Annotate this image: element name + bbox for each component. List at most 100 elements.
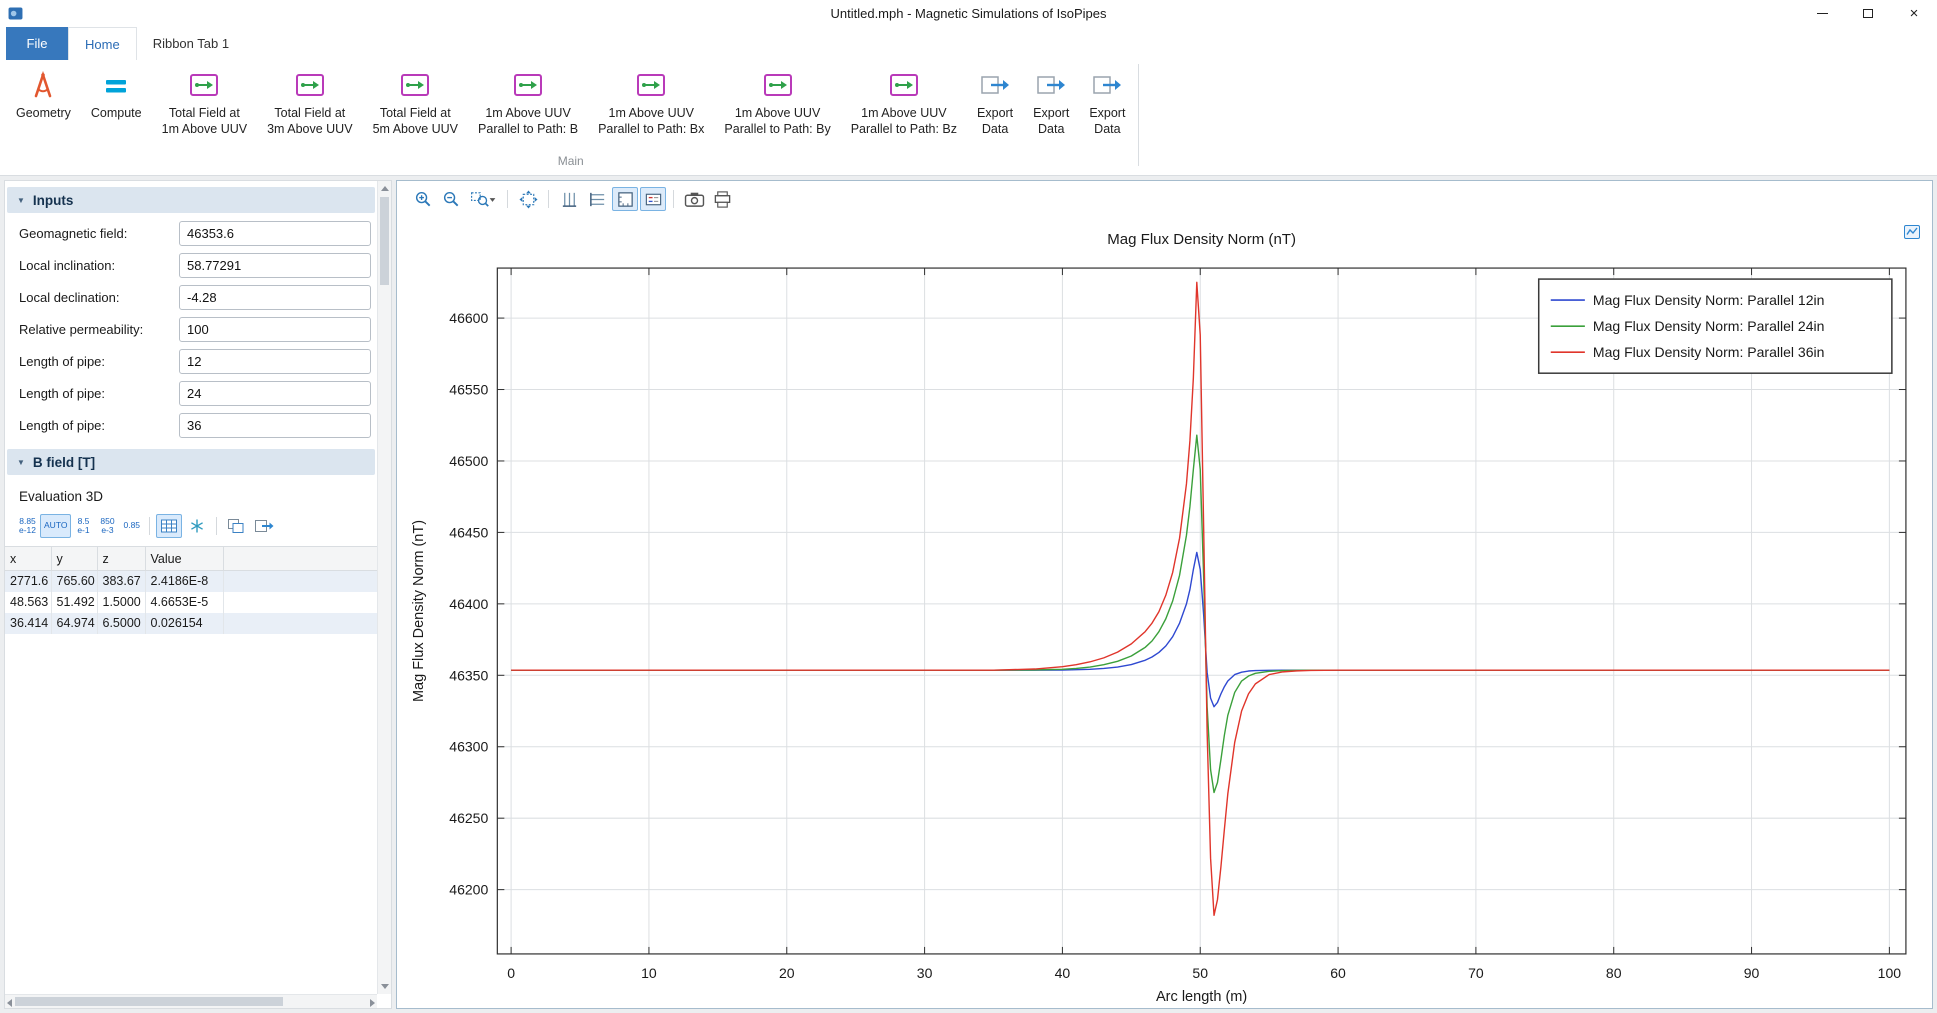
column-header-z[interactable]: z: [97, 547, 145, 571]
field-row: Length of pipe:: [5, 377, 377, 409]
column-header-y[interactable]: y: [51, 547, 97, 571]
field-label: Local declination:: [19, 290, 179, 305]
scroll-left-icon[interactable]: [7, 999, 12, 1007]
ribbon-button-parallel-path-by[interactable]: 1m Above UUVParallel to Path: By: [715, 64, 839, 141]
graphics-toolbar: [397, 181, 1932, 217]
scroll-up-icon[interactable]: [381, 186, 389, 191]
format-scientific-button[interactable]: 8.85e-12: [15, 514, 40, 538]
plot-icon: [513, 69, 543, 101]
scrollbar-thumb[interactable]: [15, 997, 283, 1006]
pipe-length-12-input[interactable]: [179, 349, 371, 374]
field-label: Length of pipe:: [19, 386, 179, 401]
copy-table-icon[interactable]: [223, 514, 249, 538]
axes-toggle-icon[interactable]: [612, 187, 638, 211]
evaluation-3d-label: Evaluation 3D: [5, 479, 377, 512]
toolbar-separator: [149, 517, 150, 535]
ribbon-button-parallel-path-bx[interactable]: 1m Above UUVParallel to Path: Bx: [589, 64, 713, 141]
vertical-scrollbar[interactable]: [377, 181, 391, 994]
svg-text:46450: 46450: [449, 524, 488, 540]
table-row[interactable]: 36.414 64.974 6.5000 0.026154: [5, 613, 377, 634]
print-icon[interactable]: [709, 187, 735, 211]
table-row[interactable]: 2771.6 765.60 383.67 2.4186E-8: [5, 571, 377, 592]
plot-icon: [889, 69, 919, 101]
tab-ribbon-tab-1[interactable]: Ribbon Tab 1: [137, 27, 245, 60]
legend-toggle-icon[interactable]: [640, 187, 666, 211]
plot-window-icon[interactable]: [1904, 225, 1920, 244]
ribbon: Geometry Compute Total Field at1m Above …: [0, 60, 1937, 176]
field-row: Local declination:: [5, 281, 377, 313]
column-header-filler: [223, 547, 377, 571]
vertical-grid-icon[interactable]: [556, 187, 582, 211]
zoom-out-icon[interactable]: [438, 187, 464, 211]
pipe-length-36-input[interactable]: [179, 413, 371, 438]
format-auto-button[interactable]: AUTO: [40, 514, 71, 538]
field-row: Geomagnetic field:: [5, 217, 377, 249]
ribbon-tab-bar: File Home Ribbon Tab 1: [0, 27, 1937, 60]
export-table-icon[interactable]: [251, 514, 277, 538]
table-row[interactable]: 48.563 51.492 1.5000 4.6653E-5: [5, 592, 377, 613]
column-header-x[interactable]: x: [5, 547, 51, 571]
number-format-toolbar: 8.85e-12 AUTO 8.5e-1 850e-3 0.85: [5, 512, 377, 544]
table-view-icon[interactable]: [156, 514, 182, 538]
ribbon-button-parallel-path-b[interactable]: 1m Above UUVParallel to Path: B: [469, 64, 587, 141]
local-inclination-input[interactable]: [179, 253, 371, 278]
svg-text:80: 80: [1606, 965, 1622, 981]
format-engineering-button[interactable]: 850e-3: [95, 514, 119, 538]
ribbon-button-total-field-3m[interactable]: Total Field at3m Above UUV: [258, 64, 361, 141]
local-declination-input[interactable]: [179, 285, 371, 310]
scroll-down-icon[interactable]: [381, 984, 389, 989]
tab-home[interactable]: Home: [68, 27, 137, 60]
horizontal-grid-icon[interactable]: [584, 187, 610, 211]
svg-text:46200: 46200: [449, 882, 488, 898]
zoom-extents-icon[interactable]: [515, 187, 541, 211]
format-plain-button[interactable]: 0.85: [119, 514, 144, 538]
field-row: Length of pipe:: [5, 345, 377, 377]
plot-area[interactable]: 0102030405060708090100462004625046300463…: [397, 217, 1932, 1008]
plot-icon: [189, 69, 219, 101]
compute-icon: [103, 69, 129, 101]
svg-text:60: 60: [1330, 965, 1346, 981]
ribbon-button-compute[interactable]: Compute: [82, 64, 151, 124]
svg-text:70: 70: [1468, 965, 1484, 981]
plot-icon: [400, 69, 430, 101]
full-precision-icon[interactable]: [184, 514, 210, 538]
toolbar-separator: [216, 517, 217, 535]
plot-icon: [295, 69, 325, 101]
svg-text:46350: 46350: [449, 667, 488, 683]
svg-text:Mag Flux Density Norm: Paralle: Mag Flux Density Norm: Parallel 24in: [1593, 318, 1825, 334]
horizontal-scrollbar[interactable]: [5, 994, 377, 1008]
svg-text:Mag Flux Density Norm (nT): Mag Flux Density Norm (nT): [411, 520, 427, 702]
ribbon-button-geometry[interactable]: Geometry: [7, 64, 80, 124]
scroll-right-icon[interactable]: [370, 999, 375, 1007]
field-label: Local inclination:: [19, 258, 179, 273]
column-header-value[interactable]: Value: [145, 547, 223, 571]
relative-permeability-input[interactable]: [179, 317, 371, 342]
tab-file[interactable]: File: [6, 27, 68, 60]
snapshot-camera-icon[interactable]: [681, 187, 707, 211]
close-button[interactable]: ×: [1891, 0, 1937, 27]
maximize-button[interactable]: [1845, 0, 1891, 27]
geomagnetic-field-input[interactable]: [179, 221, 371, 246]
zoom-box-icon[interactable]: [466, 187, 500, 211]
ribbon-button-total-field-1m[interactable]: Total Field at1m Above UUV: [153, 64, 256, 141]
format-decimal-button[interactable]: 8.5e-1: [71, 514, 95, 538]
ribbon-button-export-data-2[interactable]: ExportData: [1024, 64, 1078, 141]
ribbon-button-total-field-5m[interactable]: Total Field at5m Above UUV: [364, 64, 467, 141]
ribbon-button-parallel-path-bz[interactable]: 1m Above UUVParallel to Path: Bz: [842, 64, 966, 141]
zoom-in-icon[interactable]: [410, 187, 436, 211]
pipe-length-24-input[interactable]: [179, 381, 371, 406]
field-label: Geomagnetic field:: [19, 226, 179, 241]
svg-text:100: 100: [1878, 965, 1902, 981]
scrollbar-thumb[interactable]: [380, 197, 389, 285]
minimize-button[interactable]: [1799, 0, 1845, 27]
ribbon-button-export-data-1[interactable]: ExportData: [968, 64, 1022, 141]
inputs-section-header[interactable]: ▼ Inputs: [7, 187, 375, 213]
graphics-panel: 0102030405060708090100462004625046300463…: [396, 180, 1933, 1009]
svg-text:Mag Flux Density Norm (nT): Mag Flux Density Norm (nT): [1107, 231, 1296, 248]
ribbon-button-export-data-3[interactable]: ExportData: [1080, 64, 1134, 141]
svg-text:0: 0: [507, 965, 515, 981]
title-bar: Untitled.mph - Magnetic Simulations of I…: [0, 0, 1937, 27]
toolbar-separator: [548, 190, 549, 208]
svg-text:Mag Flux Density Norm: Paralle: Mag Flux Density Norm: Parallel 36in: [1593, 344, 1825, 360]
bfield-section-header[interactable]: ▼ B field [T]: [7, 449, 375, 475]
